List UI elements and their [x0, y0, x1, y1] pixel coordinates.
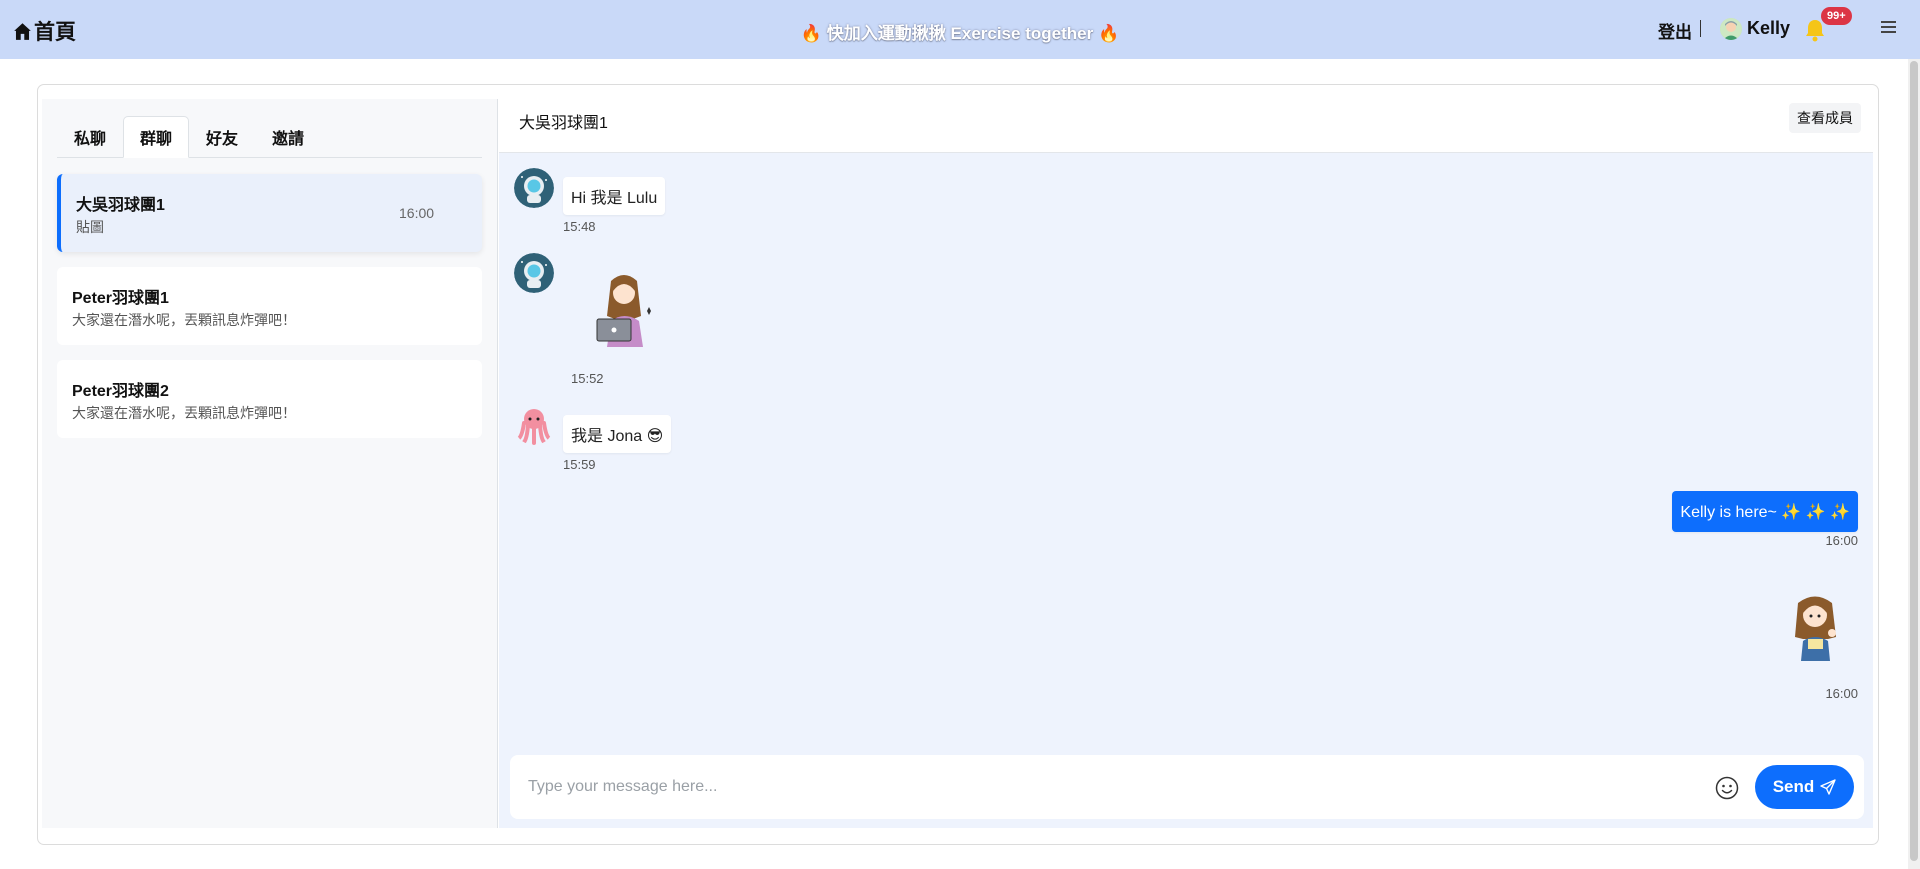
room-name: Peter羽球團2 [72, 383, 169, 400]
room-last-message: 貼圖 [76, 219, 104, 235]
girl-laptop-sticker [589, 271, 659, 351]
room-last-message: 大家還在潛水呢，丟顆訊息炸彈吧！ [72, 312, 296, 328]
message-time: 16:00 [1825, 686, 1858, 701]
nav-divider [1700, 20, 1701, 37]
flame-icon: 🔥 [800, 24, 823, 43]
room-last-message: 大家還在潛水呢，丟顆訊息炸彈吧！ [72, 405, 296, 421]
room-item[interactable]: 大吳羽球團1 貼圖 16:00 [57, 174, 482, 252]
username[interactable]: Kelly [1747, 18, 1790, 39]
room-item[interactable]: Peter羽球團2 大家還在潛水呢，丟顆訊息炸彈吧！ [57, 360, 482, 438]
emoji-icon[interactable] [1715, 776, 1739, 800]
flame-icon: 🔥 [1097, 24, 1120, 43]
message-time: 15:59 [563, 457, 596, 472]
room-time: 16:00 [399, 205, 435, 221]
send-button[interactable]: Send [1755, 765, 1854, 809]
notification-badge: 99+ [1821, 7, 1852, 25]
room-item[interactable]: Peter羽球團1 大家還在潛水呢，丟顆訊息炸彈吧！ [57, 267, 482, 345]
top-navbar: 首頁 🔥 快加入運動揪揪 Exercise together 🔥 登出 Kell… [0, 0, 1920, 59]
chat-title: 大吳羽球團1 [519, 115, 608, 132]
home-icon [14, 22, 31, 40]
tab-group[interactable]: 群聊 [123, 116, 190, 158]
message-list[interactable]: Hi 我是 Lulu 15:48 15:52 我是 Jona 😎 15:59 K… [499, 153, 1873, 828]
menu-icon[interactable] [1881, 21, 1896, 35]
astronaut-avatar[interactable] [514, 253, 554, 293]
chat-tabs: 私聊 群聊 好友 邀請 [57, 116, 482, 158]
octopus-avatar[interactable] [514, 405, 554, 445]
logout-link[interactable]: 登出 [1658, 18, 1692, 43]
message-bubble: Hi 我是 Lulu [563, 177, 666, 215]
chat-header: 大吳羽球團1 查看成員 [499, 99, 1873, 153]
message-bubble: 我是 Jona 😎 [563, 415, 672, 453]
page-scrollbar[interactable] [1908, 59, 1920, 869]
room-name: Peter羽球團1 [72, 290, 169, 307]
message-time: 15:48 [563, 219, 596, 234]
send-label: Send [1772, 777, 1815, 796]
banner-text: 快加入運動揪揪 Exercise together [826, 24, 1094, 43]
tab-friends[interactable]: 好友 [189, 116, 255, 158]
home-label: 首頁 [34, 21, 76, 44]
room-name: 大吳羽球團1 [76, 197, 165, 214]
message-input[interactable] [528, 771, 1708, 803]
home-link[interactable]: 首頁 [13, 16, 76, 46]
message-bubble-mine: Kelly is here~ ✨ ✨ ✨ [1672, 491, 1858, 532]
message-time: 15:52 [571, 371, 604, 386]
view-members-button[interactable]: 查看成員 [1789, 103, 1861, 133]
message-composer: Send [510, 755, 1864, 819]
tab-private[interactable]: 私聊 [57, 116, 123, 158]
send-icon [1820, 779, 1836, 795]
astronaut-avatar[interactable] [514, 168, 554, 208]
user-avatar[interactable] [1720, 18, 1742, 40]
girl-thumbs-up-sticker [1788, 593, 1843, 663]
message-time: 16:00 [1825, 533, 1858, 548]
banner: 🔥 快加入運動揪揪 Exercise together 🔥 [0, 19, 1920, 44]
tab-invites[interactable]: 邀請 [255, 116, 321, 158]
